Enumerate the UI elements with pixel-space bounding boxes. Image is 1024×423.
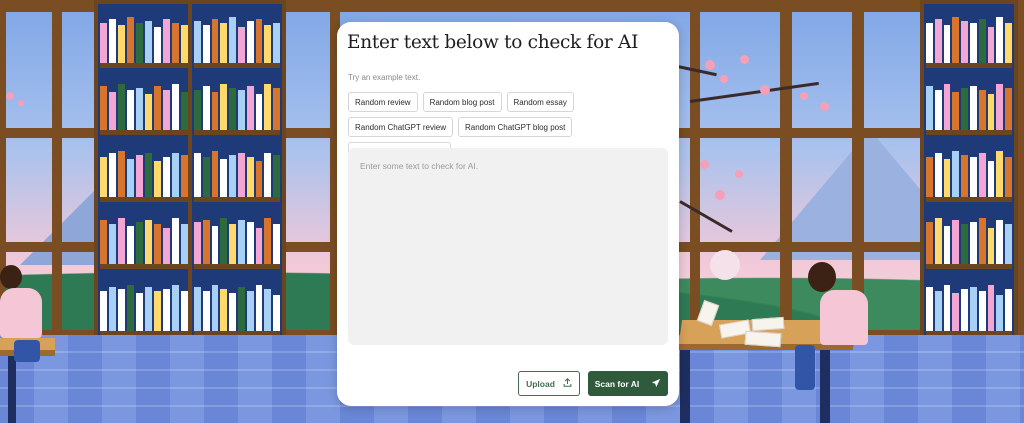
window-frame xyxy=(690,0,700,340)
shelf-row xyxy=(194,280,280,336)
blossom xyxy=(715,190,725,200)
shelf-row xyxy=(194,12,280,68)
example-random-chatgpt-blog-post-button[interactable]: Random ChatGPT blog post xyxy=(458,117,573,137)
window-frame xyxy=(52,0,62,340)
example-random-review-button[interactable]: Random review xyxy=(348,92,418,112)
page-title: Enter text below to check for AI xyxy=(347,32,639,53)
person-head xyxy=(0,265,22,289)
shelf-row xyxy=(100,146,188,202)
shelf-row xyxy=(926,12,1012,68)
shelf-row xyxy=(926,146,1012,202)
window-frame xyxy=(0,0,6,340)
shelf-row xyxy=(194,79,280,135)
blossom xyxy=(6,92,14,100)
shelf-row xyxy=(194,146,280,202)
scan-label: Scan for AI xyxy=(594,378,640,389)
shelf-row xyxy=(100,213,188,269)
desk-leg xyxy=(820,350,830,423)
ai-check-card: Enter text below to check for AI Try an … xyxy=(337,22,679,406)
shelf-row xyxy=(100,280,188,336)
paper xyxy=(744,330,782,348)
paper xyxy=(751,316,785,332)
bookshelf xyxy=(188,0,286,345)
upload-label: Upload xyxy=(526,378,555,389)
example-random-blog-post-button[interactable]: Random blog post xyxy=(422,92,502,112)
person-body xyxy=(820,290,868,345)
window-frame xyxy=(780,0,792,340)
shelf-row xyxy=(100,12,188,68)
shelf-row xyxy=(100,79,188,135)
person-head xyxy=(808,262,836,292)
window-frame xyxy=(852,0,864,340)
shelf-row xyxy=(926,213,1012,269)
person-body xyxy=(0,288,42,338)
example-random-chatgpt-review-button[interactable]: Random ChatGPT review xyxy=(348,117,453,137)
blossom xyxy=(700,160,709,169)
shelf-row xyxy=(926,79,1012,135)
scan-for-ai-button[interactable]: Scan for AI xyxy=(588,371,668,396)
desk-leg xyxy=(8,356,16,423)
person-pants xyxy=(14,340,40,362)
shelf-row xyxy=(194,213,280,269)
text-input[interactable] xyxy=(348,148,668,345)
shelf-row xyxy=(926,280,1012,336)
desk-leg xyxy=(680,350,690,423)
blossom xyxy=(705,60,715,70)
blossom xyxy=(720,75,728,83)
example-random-essay-button[interactable]: Random essay xyxy=(506,92,574,112)
blossom xyxy=(18,100,24,106)
blossom xyxy=(800,92,808,100)
bookshelf xyxy=(94,0,194,345)
bookshelf xyxy=(920,0,1018,345)
upload-icon xyxy=(563,378,572,389)
blossom xyxy=(760,85,770,95)
upload-button[interactable]: Upload xyxy=(518,371,580,396)
example-hint: Try an example text. xyxy=(348,73,421,82)
send-icon xyxy=(651,378,661,390)
person-pants xyxy=(795,345,815,390)
blossom xyxy=(710,250,740,280)
blossom xyxy=(820,102,829,111)
blossom xyxy=(735,170,743,178)
blossom xyxy=(740,55,749,64)
